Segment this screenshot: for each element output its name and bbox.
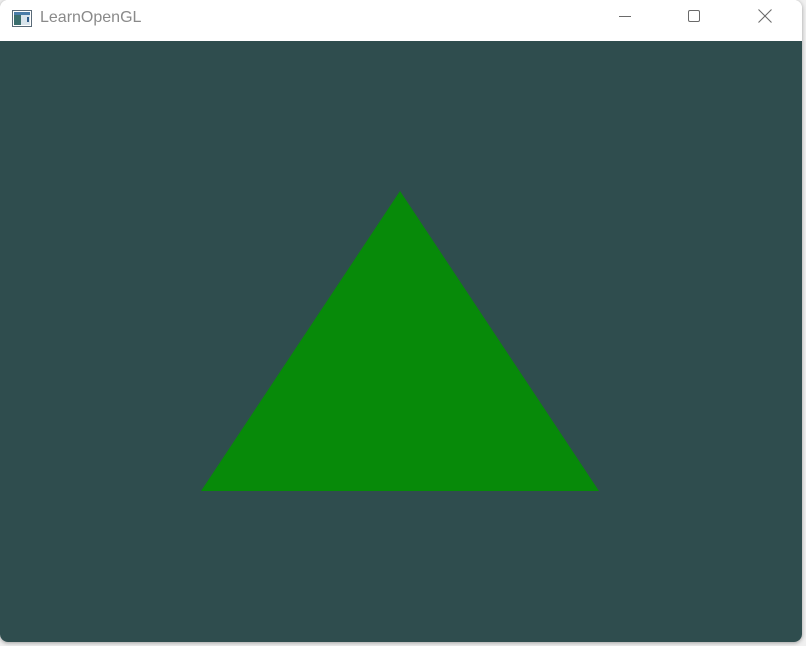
render-canvas xyxy=(0,41,802,642)
maximize-button[interactable] xyxy=(671,0,717,36)
app-window: LearnOpenGL xyxy=(0,0,802,642)
minimize-button[interactable] xyxy=(602,0,648,36)
opengl-window-icon xyxy=(12,10,32,27)
title-bar[interactable]: LearnOpenGL xyxy=(0,0,802,40)
minimize-icon xyxy=(617,8,633,29)
maximize-icon xyxy=(686,8,702,29)
window-title: LearnOpenGL xyxy=(40,9,142,26)
close-icon xyxy=(757,8,773,29)
close-button[interactable] xyxy=(742,0,788,36)
opengl-viewport[interactable] xyxy=(0,41,802,642)
